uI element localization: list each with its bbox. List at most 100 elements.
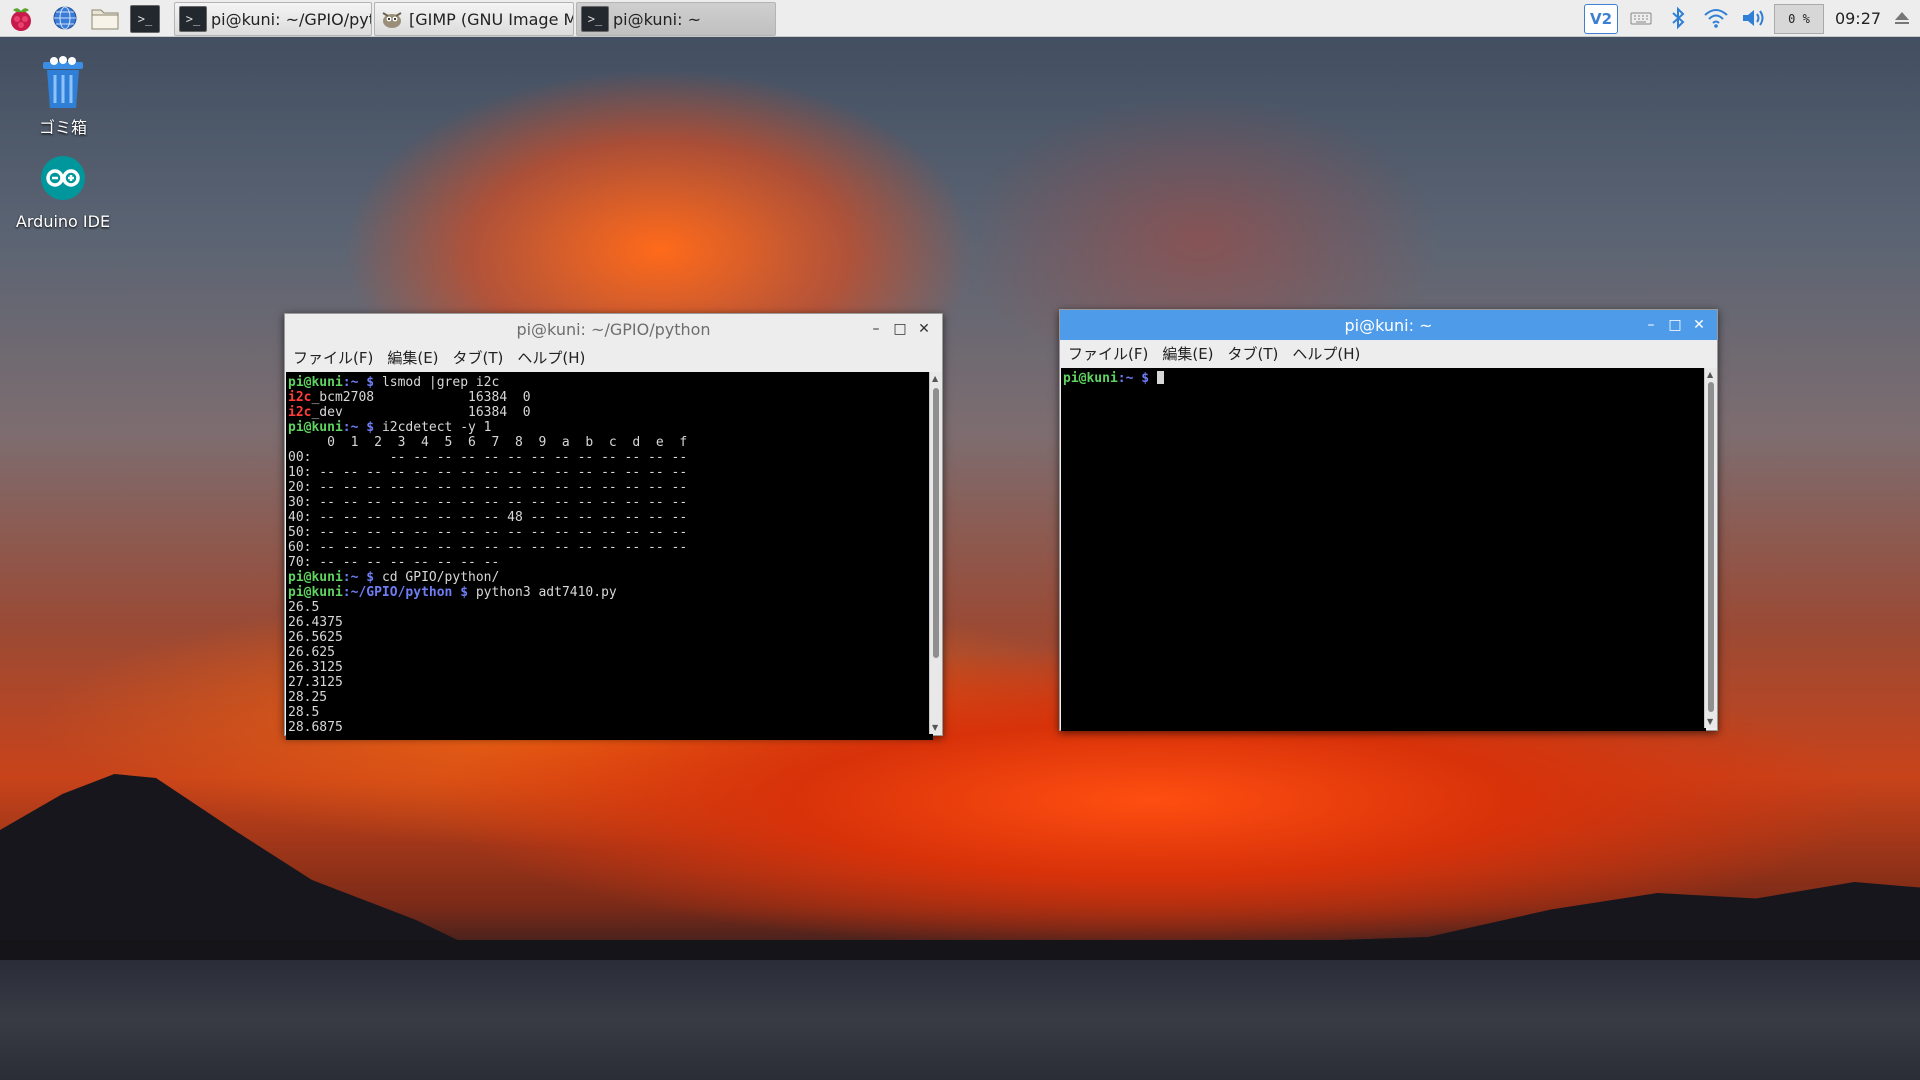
keyboard-icon[interactable] [1626, 4, 1656, 32]
window-titlebar[interactable]: pi@kuni: ~ – □ ✕ [1060, 310, 1717, 340]
prompt-path: :~ [342, 420, 359, 435]
line-text: cd GPIO/python/ [381, 570, 500, 585]
terminal-output[interactable]: pi@kuni:~ $ [1061, 368, 1706, 731]
terminal-line: 30: -- -- -- -- -- -- -- -- -- -- -- -- … [288, 495, 931, 510]
maximize-button[interactable]: □ [888, 318, 912, 340]
scrollbar[interactable]: ▲ ▼ [1704, 368, 1717, 728]
arduino-icon [8, 152, 118, 204]
menu-edit[interactable]: 編集(E) [387, 347, 438, 368]
clock-label: 09:27 [1834, 8, 1882, 28]
window-titlebar[interactable]: pi@kuni: ~/GPIO/python – □ ✕ [285, 314, 942, 344]
line-text: i2cdetect -y 1 [381, 420, 492, 435]
menu-bar: ファイル(F) 編集(E) タブ(T) ヘルプ(H) [285, 344, 942, 370]
terminal-line: 70: -- -- -- -- -- -- -- -- [288, 555, 931, 570]
terminal-line: 10: -- -- -- -- -- -- -- -- -- -- -- -- … [288, 465, 931, 480]
menu-edit[interactable]: 編集(E) [1162, 343, 1213, 364]
scroll-down-icon[interactable]: ▼ [932, 723, 938, 732]
desktop-icon-trash[interactable]: ゴミ箱 [8, 44, 118, 138]
terminal-line: 27.3125 [288, 675, 931, 690]
scrollbar-thumb[interactable] [1708, 382, 1714, 712]
prompt-sign: $ [358, 420, 382, 435]
file-manager-icon[interactable] [90, 3, 120, 33]
menu-tabs[interactable]: タブ(T) [453, 347, 504, 368]
menu-file[interactable]: ファイル(F) [293, 347, 373, 368]
wifi-icon[interactable] [1700, 4, 1732, 32]
line-text: 28.6875 [288, 720, 343, 735]
line-text: lsmod |grep i2c [381, 375, 500, 390]
gimp-icon [379, 7, 405, 31]
terminal-line: 28.5 [288, 705, 931, 720]
line-text: 26.3125 [288, 660, 343, 675]
menu-help[interactable]: ヘルプ(H) [1292, 343, 1360, 364]
taskbar: >_ >_ pi@kuni: ~/GPIO/pyt... [GIMP (GNU … [0, 0, 1920, 37]
line-text: 00: -- -- -- -- -- -- -- -- -- -- -- -- … [288, 450, 688, 465]
terminal-line: i2c_dev 16384 0 [288, 405, 931, 420]
menu-help[interactable]: ヘルプ(H) [517, 347, 585, 368]
prompt-user: pi@kuni [288, 420, 343, 435]
terminal-line: 50: -- -- -- -- -- -- -- -- -- -- -- -- … [288, 525, 931, 540]
line-text: 10: -- -- -- -- -- -- -- -- -- -- -- -- … [288, 465, 688, 480]
volume-icon[interactable] [1738, 4, 1770, 32]
desktop-icon-label: Arduino IDE [15, 212, 111, 231]
vnc-label: V2 [1589, 10, 1613, 28]
minimize-button[interactable]: – [864, 318, 888, 340]
prompt-path: :~ [342, 375, 359, 390]
maximize-button[interactable]: □ [1663, 314, 1687, 336]
highlighted-match: i2c [288, 390, 312, 405]
scrollbar[interactable]: ▲ ▼ [929, 372, 942, 734]
prompt-path: :~ [1117, 371, 1134, 386]
line-text: 26.5 [288, 600, 320, 615]
terminal-line: 28.6875 [288, 720, 931, 735]
prompt-sign: $ [1133, 371, 1157, 386]
prompt-path: :~ [342, 570, 359, 585]
terminal-icon[interactable]: >_ [130, 5, 160, 33]
eject-icon[interactable] [1890, 4, 1914, 32]
task-terminal-home[interactable]: >_ pi@kuni: ~ [576, 2, 776, 36]
line-text: python3 adt7410.py [475, 585, 617, 600]
wallpaper-water [0, 960, 1920, 1080]
terminal-line: 26.5625 [288, 630, 931, 645]
vnc-icon[interactable]: V2 [1584, 4, 1618, 34]
line-text: 0 1 2 3 4 5 6 7 8 9 a b c d e f [288, 435, 688, 450]
terminal-line: 20: -- -- -- -- -- -- -- -- -- -- -- -- … [288, 480, 931, 495]
prompt-user: pi@kuni [288, 570, 343, 585]
highlighted-match: i2c [288, 405, 312, 420]
line-text: 26.5625 [288, 630, 343, 645]
task-label: [GIMP (GNU Image M... [409, 9, 573, 29]
text-cursor [1156, 371, 1164, 384]
terminal-output[interactable]: pi@kuni:~ $ lsmod |grep i2c i2c_bcm2708 1… [286, 372, 933, 740]
line-text: 27.3125 [288, 675, 343, 690]
terminal-line: 26.4375 [288, 615, 931, 630]
terminal-line: 26.5 [288, 600, 931, 615]
line-text: 28.5 [288, 705, 320, 720]
prompt-sign: $ [358, 570, 382, 585]
close-button[interactable]: ✕ [1687, 314, 1711, 336]
task-terminal-gpio[interactable]: >_ pi@kuni: ~/GPIO/pyt... [174, 2, 372, 36]
terminal-window-home: pi@kuni: ~ – □ ✕ ファイル(F) 編集(E) タブ(T) ヘルプ… [1059, 309, 1718, 731]
desktop-icon-arduino[interactable]: Arduino IDE [8, 152, 118, 231]
line-text: 70: -- -- -- -- -- -- -- -- [288, 555, 500, 570]
terminal-line: 0 1 2 3 4 5 6 7 8 9 a b c d e f [288, 435, 931, 450]
desktop-icon-label: ゴミ箱 [38, 118, 87, 137]
cpu-monitor[interactable]: 0 % [1774, 4, 1824, 34]
menu-file[interactable]: ファイル(F) [1068, 343, 1148, 364]
menu-tabs[interactable]: タブ(T) [1228, 343, 1279, 364]
close-button[interactable]: ✕ [912, 318, 936, 340]
scroll-up-icon[interactable]: ▲ [1707, 370, 1713, 379]
task-gimp[interactable]: [GIMP (GNU Image M... [374, 2, 574, 36]
raspberry-menu-icon[interactable] [6, 3, 36, 33]
minimize-button[interactable]: – [1639, 314, 1663, 336]
scroll-up-icon[interactable]: ▲ [932, 374, 938, 383]
terminal-line: 00: -- -- -- -- -- -- -- -- -- -- -- -- … [288, 450, 931, 465]
window-title: pi@kuni: ~ [1344, 315, 1433, 335]
cpu-label: 0 % [1788, 12, 1810, 26]
prompt-sign: $ [452, 585, 476, 600]
trash-icon [8, 44, 118, 110]
scrollbar-thumb[interactable] [933, 388, 939, 658]
scroll-down-icon[interactable]: ▼ [1707, 717, 1713, 726]
terminal-line: pi@kuni:~/GPIO/python $ python3 adt7410.… [288, 585, 931, 600]
clock[interactable]: 09:27 [1830, 4, 1886, 32]
web-browser-icon[interactable] [50, 3, 80, 33]
terminal-icon: >_ [581, 6, 609, 32]
bluetooth-icon[interactable] [1664, 4, 1692, 32]
